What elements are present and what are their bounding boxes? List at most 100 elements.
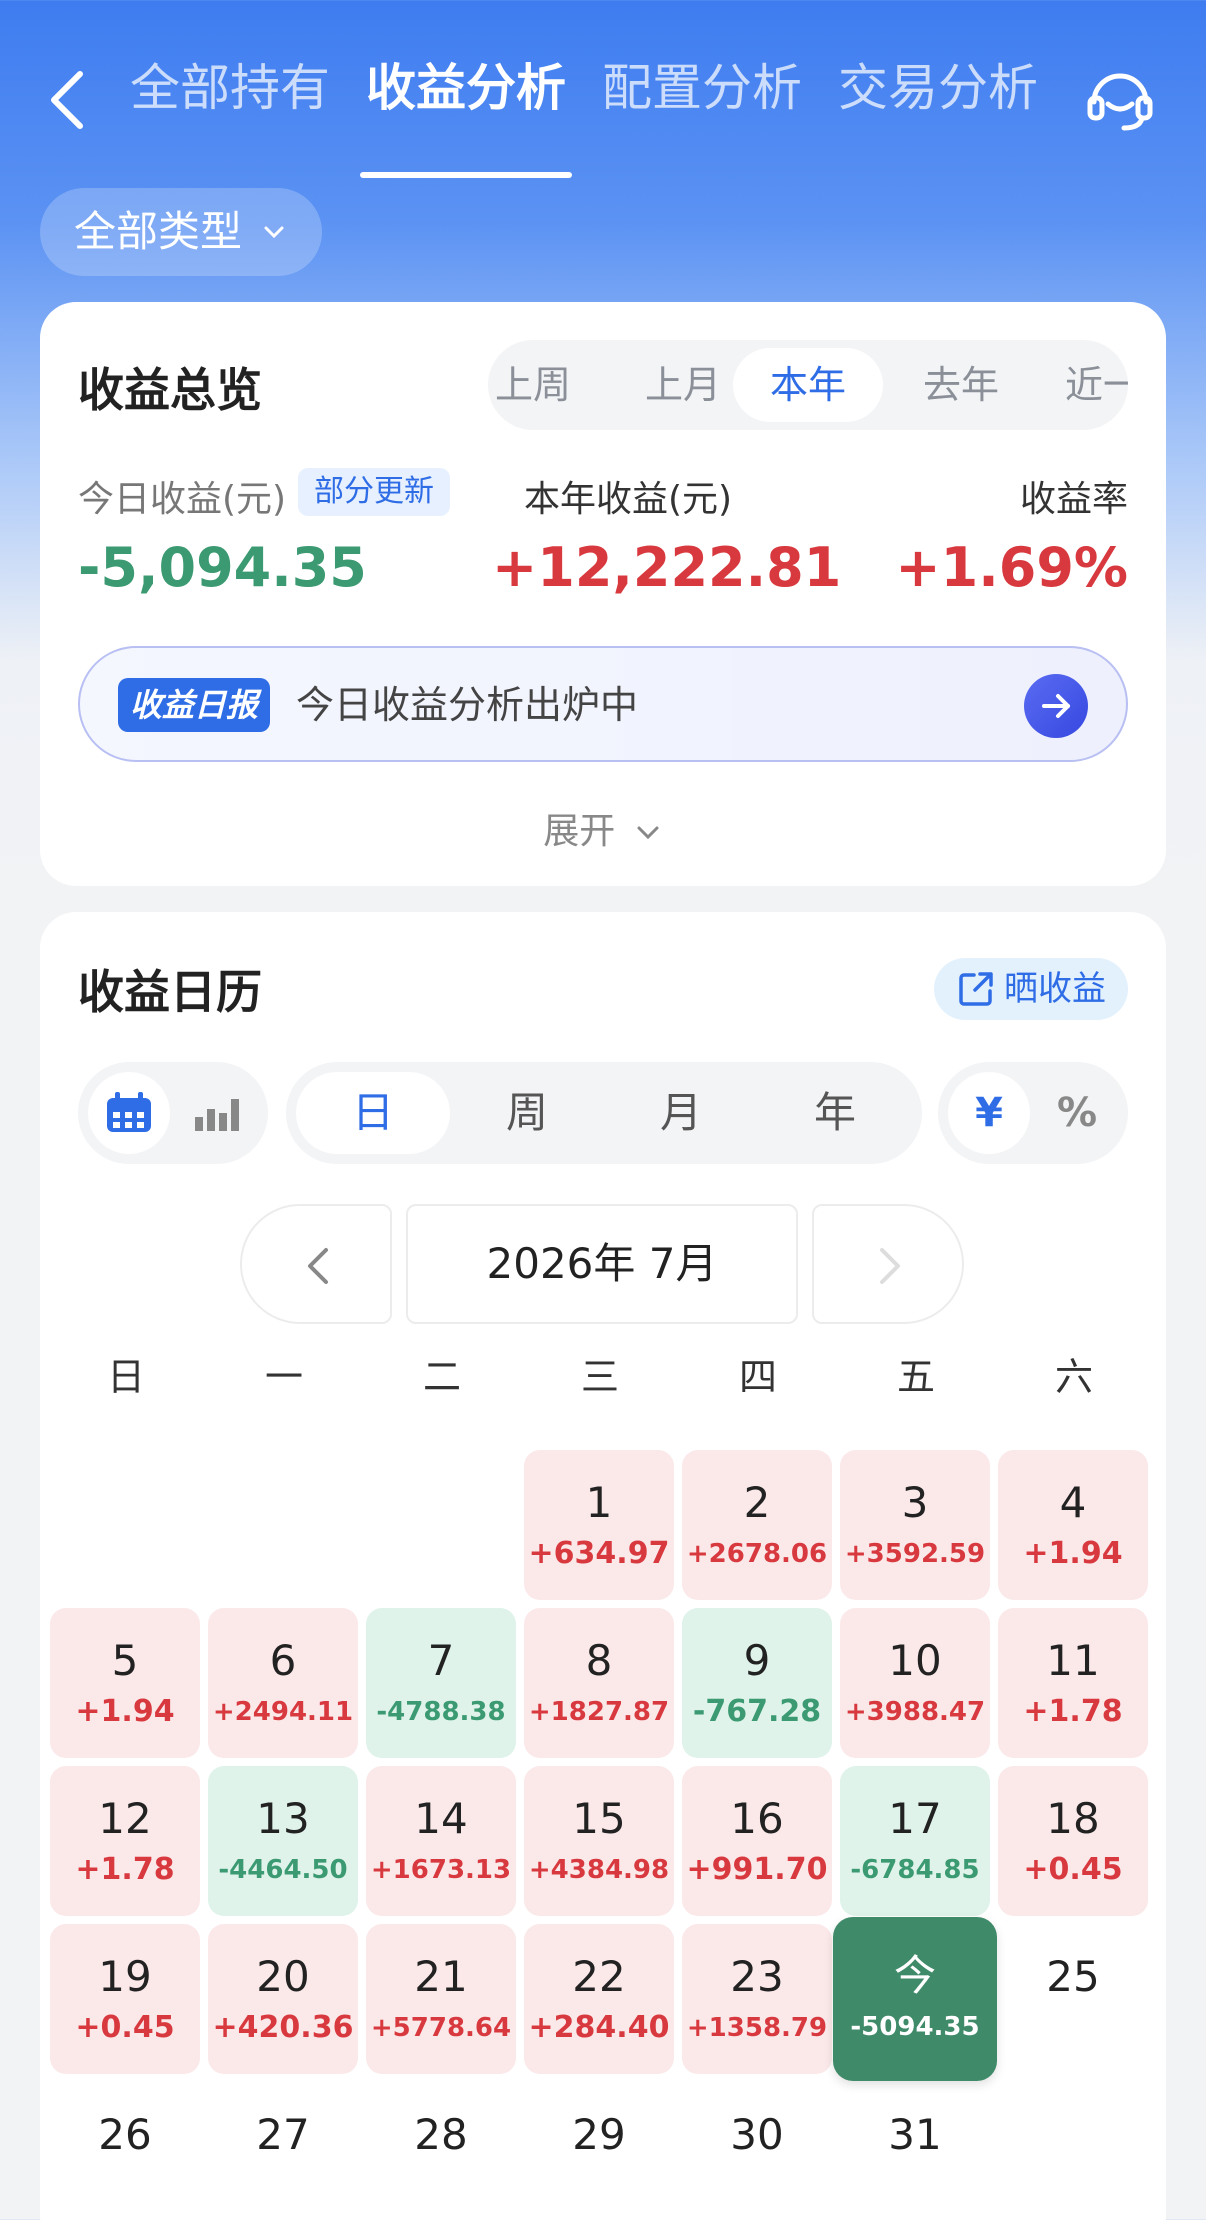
calendar-day[interactable]: 19 +0.45 (50, 1924, 200, 2074)
period-tab-this-year[interactable]: 本年 (733, 348, 883, 422)
calendar-day[interactable]: 1 +634.97 (524, 1450, 674, 1600)
prev-month-button[interactable] (240, 1204, 392, 1324)
day-profit: -767.28 (692, 1694, 822, 1729)
calendar-day[interactable]: 3 +3592.59 (840, 1450, 990, 1600)
day-profit: +2494.11 (212, 1697, 354, 1727)
calendar-day[interactable]: 11 +1.78 (998, 1608, 1148, 1758)
expand-toggle[interactable]: 展开 (40, 802, 1166, 854)
nav-tabs: 全部持有 收益分析 配置分析 交易分析 (130, 52, 1074, 178)
day-profit: +2678.06 (686, 1539, 828, 1569)
back-button[interactable] (40, 60, 96, 140)
granularity-day[interactable]: 日 (296, 1072, 450, 1154)
calendar-day-today[interactable]: 今 -5094.35 (833, 1917, 997, 2081)
day-profit: +4384.98 (528, 1855, 670, 1885)
share-profit-button[interactable]: 晒收益 (934, 958, 1128, 1020)
calendar-day[interactable]: 12 +1.78 (50, 1766, 200, 1916)
day-profit: +420.36 (212, 2010, 354, 2045)
period-tab-recent[interactable]: 近一 (1028, 348, 1128, 422)
calendar-day[interactable]: 27 (208, 2082, 358, 2220)
calendar-day[interactable]: 31 (840, 2082, 990, 2220)
granularity-tabs: 日 周 月 年 (286, 1062, 922, 1164)
day-number: 28 (414, 2110, 468, 2159)
tab-trade-analysis[interactable]: 交易分析 (838, 52, 1038, 152)
daily-report-banner[interactable]: 收益日报 今日收益分析出炉中 (78, 646, 1128, 762)
calendar-day[interactable]: 4 +1.94 (998, 1450, 1148, 1600)
calendar-day[interactable]: 20 +420.36 (208, 1924, 358, 2074)
day-profit: +1827.87 (528, 1697, 670, 1727)
day-profit: +1.94 (1023, 1536, 1123, 1571)
day-profit: -5094.35 (850, 2012, 980, 2042)
day-number: 31 (888, 2110, 942, 2159)
day-profit: +991.70 (686, 1852, 828, 1887)
calendar-day[interactable]: 26 (50, 2082, 200, 2220)
calendar-day[interactable]: 18 +0.45 (998, 1766, 1148, 1916)
calendar-day[interactable]: 23 +1358.79 (682, 1924, 832, 2074)
calendar-day[interactable]: 9 -767.28 (682, 1608, 832, 1758)
granularity-month[interactable]: 月 (604, 1072, 758, 1154)
granularity-year[interactable]: 年 (758, 1072, 912, 1154)
calendar-day[interactable]: 6 +2494.11 (208, 1608, 358, 1758)
unit-percent[interactable]: % (1036, 1072, 1118, 1154)
calendar-day[interactable]: 10 +3988.47 (840, 1608, 990, 1758)
calendar-day[interactable]: 30 (682, 2082, 832, 2220)
profit-overview-card: 收益总览 上周 上月 本年 去年 近一 今日收益(元) 部分更新 -5,094.… (40, 302, 1166, 886)
calendar-day[interactable]: 15 +4384.98 (524, 1766, 674, 1916)
day-profit: +0.45 (75, 2010, 175, 2045)
profit-rate-label: 收益率 (1019, 479, 1128, 520)
weekday-sun: 日 (106, 1355, 145, 1399)
year-profit-label: 本年收益(元) (524, 479, 733, 520)
calendar-day[interactable]: 13 -4464.50 (208, 1766, 358, 1916)
unit-toggle: ¥ % (938, 1062, 1128, 1164)
unit-amount[interactable]: ¥ (948, 1072, 1030, 1154)
day-profit: +1.78 (1023, 1694, 1123, 1729)
calendar-day[interactable]: 16 +991.70 (682, 1766, 832, 1916)
calendar-day[interactable]: 25 (998, 1924, 1148, 2074)
day-number: 1 (585, 1478, 613, 1527)
calendar-day[interactable]: 14 +1673.13 (366, 1766, 516, 1916)
customer-service-icon[interactable] (1084, 64, 1156, 132)
tab-all-holdings[interactable]: 全部持有 (130, 52, 330, 152)
weekday-wed: 三 (580, 1355, 619, 1399)
period-tab-last-week[interactable]: 上周 (488, 348, 608, 422)
calendar-day[interactable]: 5 +1.94 (50, 1608, 200, 1758)
calendar-day[interactable]: 29 (524, 2082, 674, 2220)
type-filter-dropdown[interactable]: 全部类型 (40, 188, 323, 276)
calendar-day[interactable]: 21 +5778.64 (366, 1924, 516, 2074)
day-profit: +1358.79 (686, 2013, 828, 2043)
day-number: 23 (730, 1952, 784, 2001)
arrow-right-icon[interactable] (1024, 674, 1088, 738)
granularity-week[interactable]: 周 (450, 1072, 604, 1154)
year-profit-value: +12,222.81 (492, 536, 842, 599)
chevron-down-icon (264, 226, 284, 239)
calendar-day[interactable]: 8 +1827.87 (524, 1608, 674, 1758)
day-number: 29 (572, 2110, 626, 2159)
day-profit: +1.78 (75, 1852, 175, 1887)
calendar-day[interactable]: 22 +284.40 (524, 1924, 674, 2074)
day-number: 17 (888, 1794, 942, 1843)
chevron-left-icon (51, 71, 83, 129)
next-month-button[interactable] (812, 1204, 964, 1324)
profit-calendar-card: 收益日历 晒收益 日 周 月 年 ¥ % 2026年 7月 日 一 二 三 四 … (40, 912, 1166, 2220)
expand-label: 展开 (543, 811, 616, 852)
calendar-day[interactable]: 17 -6784.85 (840, 1766, 990, 1916)
bar-chart-view-icon[interactable] (176, 1072, 258, 1154)
calendar-day[interactable]: 2 +2678.06 (682, 1450, 832, 1600)
day-profit: +1.94 (75, 1694, 175, 1729)
day-number: 今 (893, 1951, 936, 2000)
calendar-title: 收益日历 (78, 965, 262, 1019)
day-profit: -4464.50 (218, 1855, 348, 1885)
calendar-view-icon[interactable] (88, 1072, 170, 1154)
tab-allocation-analysis[interactable]: 配置分析 (602, 52, 802, 152)
calendar-day[interactable]: 7 -4788.38 (366, 1608, 516, 1758)
daily-report-text: 今日收益分析出炉中 (296, 683, 639, 727)
tab-profit-analysis[interactable]: 收益分析 (360, 52, 572, 178)
day-number: 12 (98, 1794, 152, 1843)
calendar-day[interactable]: 28 (366, 2082, 516, 2220)
day-number: 11 (1046, 1636, 1100, 1685)
period-tab-last-year[interactable]: 去年 (886, 348, 1036, 422)
month-label: 2026年 7月 (406, 1204, 798, 1324)
day-number: 19 (98, 1952, 152, 2001)
day-profit: +634.97 (528, 1536, 670, 1571)
day-number: 27 (256, 2110, 310, 2159)
weekday-mon: 一 (264, 1355, 303, 1399)
